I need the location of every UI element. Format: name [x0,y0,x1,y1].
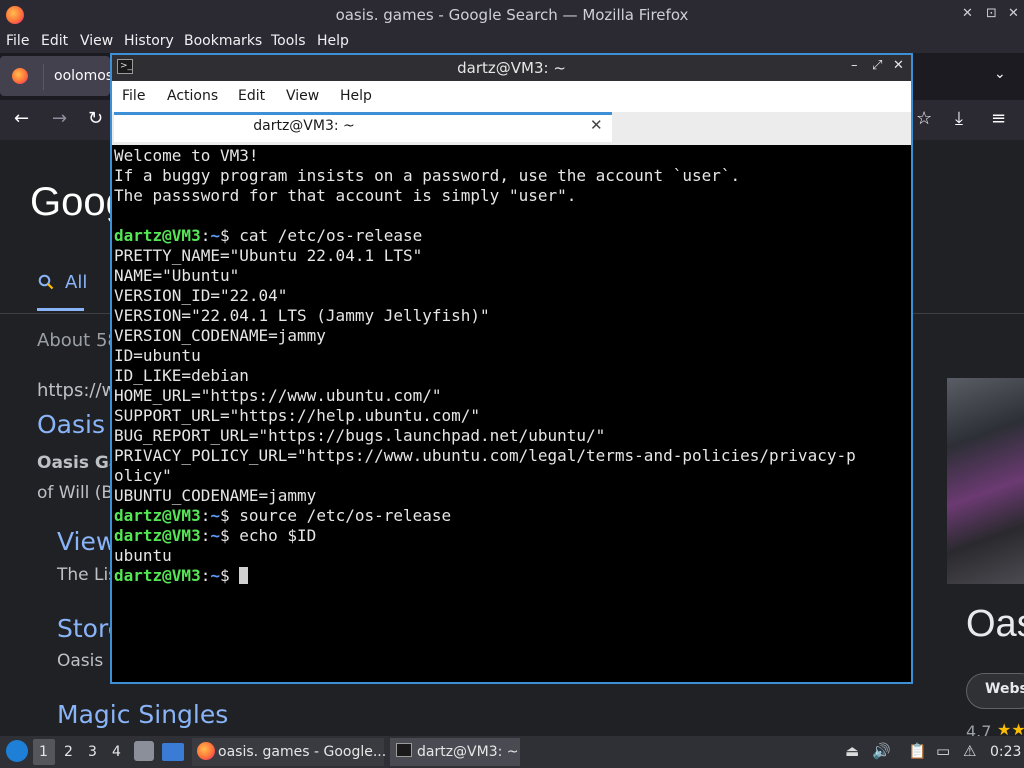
result-snippet: of Will (B [37,483,114,503]
tab-separator [43,64,44,90]
clock[interactable]: 0:23 [990,744,1021,760]
reload-icon[interactable]: ↻ [88,108,103,129]
volume-icon[interactable]: 🔊 [872,742,891,760]
firefox-window-title: oasis. games - Google Search — Mozilla F… [335,6,689,24]
terminal-menu-edit[interactable]: Edit [238,88,265,104]
network-icon[interactable]: ⚠ [963,742,976,760]
result-stats: About 58 [37,330,119,351]
output-line: VERSION_CODENAME=jammy [114,326,326,345]
workspace-1[interactable]: 1 [39,744,48,760]
prompt-path: ~ [210,506,220,525]
terminal-menu-view[interactable]: View [286,88,319,104]
output-line: PRETTY_NAME="Ubuntu 22.04.1 LTS" [114,246,423,265]
close-tab-icon[interactable]: ✕ [590,116,603,134]
terminal-menu-help[interactable]: Help [340,88,372,104]
terminal-output[interactable]: Welcome to VM3! If a buggy program insis… [114,146,904,586]
sitelink-text: Oasis [57,651,104,671]
output-line: SUPPORT_URL="https://help.ubuntu.com/" [114,406,481,425]
prompt-user: dartz@VM3 [114,526,201,545]
command: echo $ID [239,526,317,545]
close-icon[interactable]: ✕ [893,58,904,73]
command: source /etc/os-release [239,506,452,525]
maximize-icon[interactable]: ⊡ [986,6,997,21]
output-line: HOME_URL="https://www.ubuntu.com/" [114,386,442,405]
close-icon[interactable]: ✕ [1008,6,1019,21]
file-manager-icon[interactable] [134,741,154,761]
list-tabs-chevron-icon[interactable]: ⌄ [994,66,1006,82]
menu-edit[interactable]: Edit [41,33,68,49]
prompt-user: dartz@VM3 [114,566,201,585]
terminal-menu-file[interactable]: File [122,88,145,104]
firefox-icon [197,742,215,760]
menu-bookmarks[interactable]: Bookmarks [184,33,262,49]
menu-history[interactable]: History [124,33,174,49]
terminal-menubar [112,81,911,112]
minimize-icon[interactable]: – [851,58,858,73]
firefox-view-icon[interactable] [12,68,28,84]
output-line: olicy" [114,466,172,485]
output-line: ubuntu [114,546,172,565]
menu-file[interactable]: File [6,33,29,49]
terminal-window-title: dartz@VM3: ~ [457,59,566,77]
display-icon[interactable]: ▭ [936,742,950,760]
output-line: VERSION_ID="22.04" [114,286,288,305]
sitelink-title[interactable]: View [57,527,116,556]
prompt-path: ~ [210,526,220,545]
terminal-icon [396,743,412,757]
prompt-path: ~ [210,566,220,585]
forward-icon[interactable]: → [52,108,67,129]
browser-tab-label[interactable]: oolomos [54,68,113,84]
clipboard-icon[interactable]: 📋 [908,742,927,760]
output-line: ID_LIKE=debian [114,366,249,385]
minimize-icon[interactable]: ✕ [962,6,973,21]
back-icon[interactable]: ← [14,108,29,129]
output-line: ID=ubuntu [114,346,201,365]
output-line: PRIVACY_POLICY_URL="https://www.ubuntu.c… [114,446,856,465]
prompt-path: ~ [210,226,220,245]
prompt-user: dartz@VM3 [114,226,201,245]
download-icon[interactable]: ⤓ [955,108,963,129]
menu-help[interactable]: Help [317,33,349,49]
tab-all-underline [37,308,84,311]
workspace-3[interactable]: 3 [88,744,97,760]
terminal-tab-label[interactable]: dartz@VM3: ~ [114,118,494,134]
output-line: NAME="Ubuntu" [114,266,240,285]
output-line: VERSION="22.04.1 LTS (Jammy Jellyfish)" [114,306,490,325]
result-snippet: Oasis Ga [37,453,121,473]
terminal-menu-actions[interactable]: Actions [167,88,218,104]
eject-icon[interactable]: ⏏ [845,742,859,760]
text-cursor [239,567,249,584]
sitelink-text: The Lis [57,565,118,585]
knowledge-panel-title: Oas [966,603,1024,645]
result-title[interactable]: Oasis [37,410,105,439]
app-menu-icon[interactable]: ≡ [991,108,1006,129]
output-line: The passsword for that account is simply… [114,186,577,205]
workspace-4[interactable]: 4 [112,744,121,760]
taskbar-terminal-label[interactable]: dartz@VM3: ~ [417,744,519,760]
output-line: UBUNTU_CODENAME=jammy [114,486,317,505]
sitelink-title[interactable]: Magic Singles [57,700,228,729]
prompt-user: dartz@VM3 [114,506,201,525]
workspace-2[interactable]: 2 [64,744,73,760]
output-line: Welcome to VM3! [114,146,259,165]
show-desktop-icon[interactable] [162,743,184,761]
output-line: BUG_REPORT_URL="https://bugs.launchpad.n… [114,426,606,445]
website-button-label[interactable]: Webs [985,681,1024,697]
search-icon [38,274,54,290]
command: cat /etc/os-release [239,226,423,245]
output-line: If a buggy program insists on a password… [114,166,741,185]
menu-tools[interactable]: Tools [271,33,306,49]
maximize-icon[interactable]: ⤢ [872,58,882,73]
bookmark-star-icon[interactable]: ☆ [916,108,932,129]
knowledge-panel-image[interactable] [947,378,1024,584]
start-menu-icon[interactable] [6,740,28,762]
tab-all[interactable]: All [65,272,87,293]
taskbar-firefox-label[interactable]: oasis. games - Google... [218,744,386,760]
menu-view[interactable]: View [80,33,113,49]
